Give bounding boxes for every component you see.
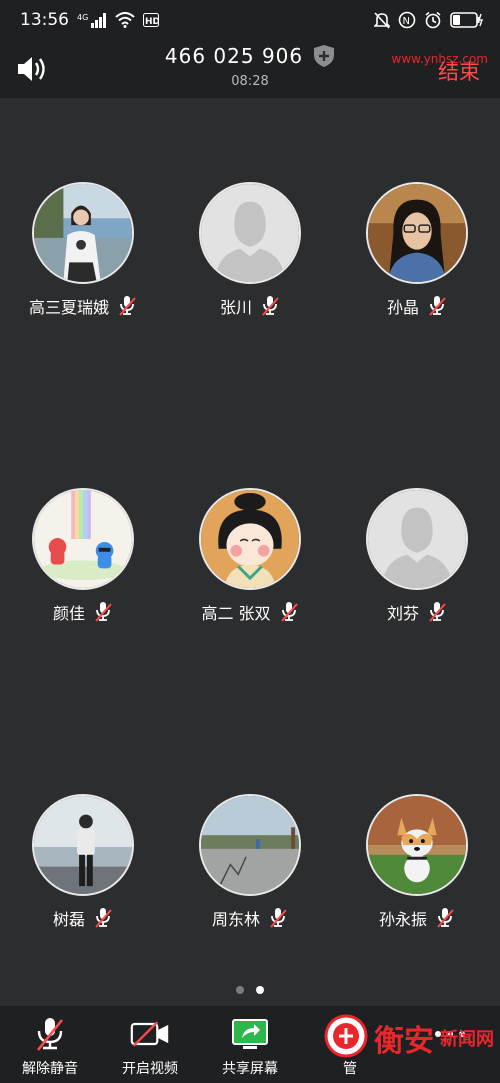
default-avatar-icon [368,490,466,588]
participant-name: 周东林 [211,910,260,929]
participant-name: 树磊 [52,910,85,929]
participant-grid: 高三夏瑞娥 张川 孙晶 颜佳 高二 张双 刘芬 树磊 周东林 孙永振 [0,98,500,978]
signal-icon: 4G [77,11,107,29]
participant-tile[interactable]: 高二 张双 [167,488,333,648]
hd-icon: HD [143,13,159,27]
watermark-site: www.ynhsz.com [391,52,488,66]
participant-name: 高二 张双 [201,604,271,623]
participant-tile[interactable]: 孙晶 [334,182,500,342]
photo-corgi-avatar [368,796,466,894]
video-off-icon [130,1016,170,1052]
alarm-icon [424,11,442,29]
mic-muted-icon [93,907,113,929]
participant-avatar [199,794,301,896]
page-dot[interactable] [236,986,244,994]
participant-name: 孙晶 [386,298,419,317]
participant-tile[interactable]: 张川 [167,182,333,342]
participant-name: 张川 [219,298,252,317]
mic-muted-icon [117,295,137,317]
share-screen-label: 共享屏幕 [222,1061,278,1077]
participant-name: 高三夏瑞娥 [28,298,109,317]
participant-name: 颜佳 [52,604,85,623]
mic-muted-icon [93,601,113,623]
participant-tile[interactable]: 刘芬 [334,488,500,648]
participant-avatar [366,794,468,896]
participant-avatar [199,182,301,284]
meeting-header: 466 025 906 08:28 结束 [0,40,500,98]
participant-avatar [32,488,134,590]
svg-text:4G: 4G [77,13,88,22]
status-time: 13:56 [20,10,69,30]
battery-icon [450,12,484,28]
participant-avatar [366,182,468,284]
mic-muted-icon [427,601,447,623]
mic-off-icon [30,1016,70,1052]
participant-avatar [32,794,134,896]
mic-muted-icon [279,601,299,623]
shield-icon[interactable] [313,44,335,68]
participant-tile[interactable]: 颜佳 [0,488,166,648]
participant-tile[interactable]: 孙永振 [334,794,500,954]
mic-muted-icon [435,907,455,929]
share-screen-button[interactable]: 共享屏幕 [200,1006,300,1083]
unmute-button[interactable]: 解除静音 [0,1006,100,1083]
default-avatar-icon [201,184,299,282]
participant-tile[interactable]: 周东林 [167,794,333,954]
mic-muted-icon [260,295,280,317]
svg-text:N: N [403,16,410,27]
mic-muted-icon [427,295,447,317]
share-screen-icon [230,1016,270,1052]
participant-avatar [199,488,301,590]
unmute-label: 解除静音 [22,1061,78,1077]
participant-tile[interactable]: 高三夏瑞娥 [0,182,166,342]
photo-woman-seaside-avatar [34,184,132,282]
wifi-icon [115,12,135,28]
participant-tile[interactable]: 树磊 [0,794,166,954]
meeting-timer: 08:28 [231,74,269,89]
site-watermark: 衡安 新闻网 [324,1014,494,1062]
cartoon-girl-avatar [201,490,299,588]
cartoon-rainbow-avatar [34,490,132,588]
start-video-button[interactable]: 开启视频 [100,1006,200,1083]
photo-road-avatar [201,796,299,894]
svg-text:HD: HD [145,17,159,27]
page-indicator [0,986,500,994]
photo-man-beach-avatar [34,796,132,894]
watermark-brand: 衡安 [374,1024,434,1059]
meeting-id[interactable]: 466 025 906 [165,44,303,68]
photo-woman-glasses-avatar [368,184,466,282]
page-dot-active[interactable] [256,986,264,994]
participant-avatar [32,182,134,284]
participant-avatar [366,488,468,590]
nfc-icon: N [398,11,416,29]
watermark-news: 新闻网 [440,1029,494,1050]
bell-off-icon [374,11,390,29]
start-video-label: 开启视频 [122,1061,178,1077]
participant-name: 孙永振 [378,910,427,929]
status-bar: 13:56 4G HD N [0,0,500,40]
mic-muted-icon [268,907,288,929]
participant-name: 刘芬 [386,604,419,623]
watermark-logo-icon [324,1014,368,1062]
